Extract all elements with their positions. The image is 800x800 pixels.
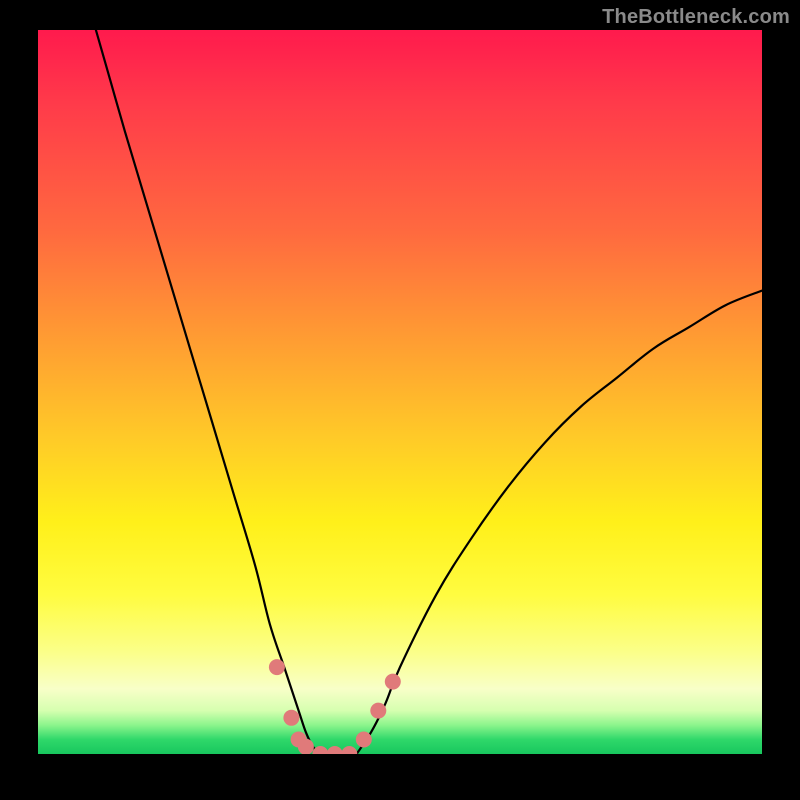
data-marker — [356, 732, 372, 748]
curve-markers — [269, 659, 401, 754]
curve-right-branch — [357, 291, 762, 754]
curve-left-branch — [96, 30, 321, 754]
plot-area — [38, 30, 762, 754]
data-marker — [385, 674, 401, 690]
chart-svg — [38, 30, 762, 754]
data-marker — [370, 703, 386, 719]
data-marker — [283, 710, 299, 726]
watermark-text: TheBottleneck.com — [602, 6, 790, 29]
chart-frame: TheBottleneck.com — [0, 0, 800, 800]
data-marker — [327, 746, 343, 754]
data-marker — [341, 746, 357, 754]
data-marker — [312, 746, 328, 754]
data-marker — [269, 659, 285, 675]
